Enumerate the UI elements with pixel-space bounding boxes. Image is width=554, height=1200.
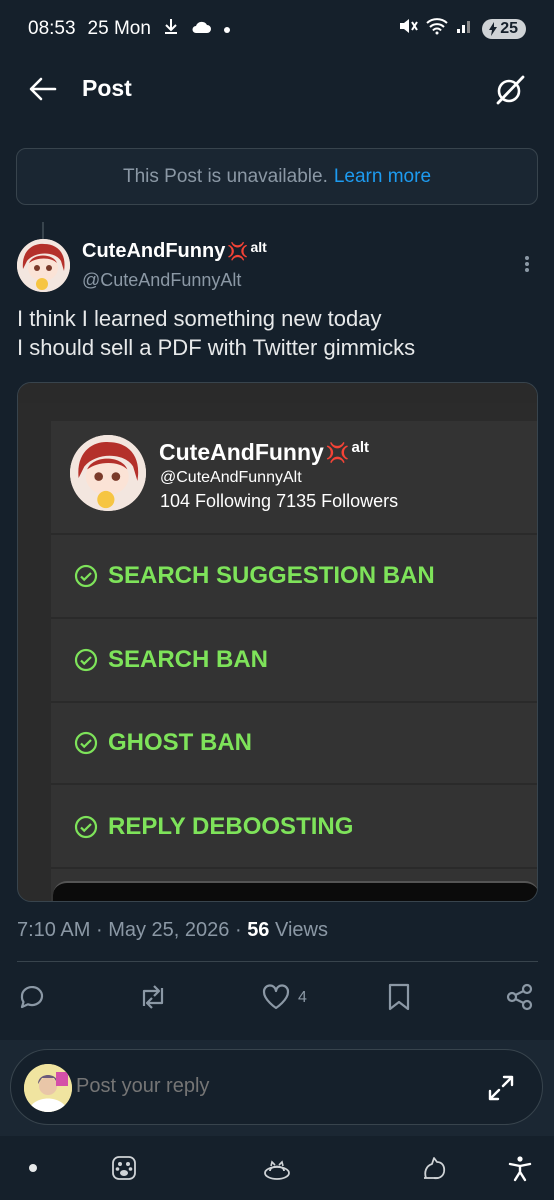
reply-avatar xyxy=(24,1064,72,1112)
bottom-nav-bar xyxy=(0,1136,554,1200)
image-divider xyxy=(51,783,537,785)
expand-composer-button[interactable] xyxy=(485,1072,517,1104)
signal-icon xyxy=(456,18,474,40)
ban-check-item: SEARCH SUGGESTION BAN xyxy=(74,562,435,590)
nav-dot-icon xyxy=(29,1164,37,1172)
image-divider xyxy=(51,617,537,619)
check-circle-icon xyxy=(74,815,98,839)
post-text-line: I should sell a PDF with Twitter gimmick… xyxy=(17,335,416,360)
wifi-icon xyxy=(426,17,448,41)
user-handle[interactable]: @CuteAndFunnyAlt xyxy=(82,270,241,291)
share-button[interactable] xyxy=(505,982,537,1014)
cat-icon xyxy=(424,1157,446,1180)
embedded-display-name: CuteAndFunny 💢 alt xyxy=(159,439,369,466)
expand-icon xyxy=(488,1075,514,1101)
post-date: May 25, 2026 xyxy=(108,919,230,941)
ban-check-item: REPLY DEBOOSTING xyxy=(74,813,353,841)
grok-button[interactable] xyxy=(494,74,526,106)
paw-icon xyxy=(112,1156,136,1180)
image-divider xyxy=(51,701,537,703)
ban-check-label: REPLY DEBOOSTING xyxy=(108,813,354,840)
more-options-icon[interactable] xyxy=(520,254,534,276)
accessibility-icon xyxy=(508,1156,532,1182)
embedded-avatar xyxy=(70,435,146,511)
post-metadata: 7:10 AM · May 25, 2026 · 56 Views xyxy=(17,919,328,942)
share-icon xyxy=(506,983,533,1011)
battery-level: 25 xyxy=(500,20,518,37)
arrow-left-icon xyxy=(29,77,57,101)
avatar[interactable] xyxy=(17,239,70,292)
views-count: 56 xyxy=(247,919,270,941)
embedded-name-suffix: alt xyxy=(351,439,369,456)
repost-icon xyxy=(142,985,164,1009)
check-circle-icon xyxy=(74,648,98,672)
bookmark-icon xyxy=(388,983,410,1011)
image-divider xyxy=(51,867,537,869)
image-bottom-bar xyxy=(53,881,537,901)
post-text: I think I learned something new today I … xyxy=(17,304,415,362)
divider xyxy=(17,961,538,962)
grok-icon xyxy=(496,75,525,105)
page-title: Post xyxy=(82,75,132,101)
name-suffix: alt xyxy=(250,238,267,255)
embedded-handle: @CuteAndFunnyAlt xyxy=(160,469,302,486)
cloud-icon xyxy=(191,18,211,40)
reply-composer[interactable] xyxy=(10,1049,543,1125)
nav-paw-button[interactable] xyxy=(110,1154,138,1182)
unavailable-text: This Post is unavailable. xyxy=(122,165,328,187)
ban-check-label: SEARCH SUGGESTION BAN xyxy=(108,562,435,589)
post-text-line: I think I learned something new today xyxy=(17,306,382,331)
status-bar: 08:53 25 Mon 25 xyxy=(0,0,554,58)
thread-line xyxy=(42,222,44,240)
top-bar: Post xyxy=(0,58,554,120)
nav-cat-bed-button[interactable] xyxy=(262,1154,290,1182)
image-divider xyxy=(51,533,537,535)
status-time: 08:53 xyxy=(28,18,76,39)
battery-icon: 25 xyxy=(482,19,526,39)
display-name[interactable]: CuteAndFunny 💢 alt xyxy=(82,238,267,263)
anger-emoji-icon: 💢 xyxy=(325,443,350,464)
views-label: Views xyxy=(275,919,328,941)
learn-more-link[interactable]: Learn more xyxy=(334,166,431,188)
repost-button[interactable] xyxy=(137,982,169,1014)
anger-emoji-icon: 💢 xyxy=(227,241,249,261)
meta-separator: · xyxy=(234,919,242,941)
like-button[interactable] xyxy=(261,982,293,1014)
ban-check-item: SEARCH BAN xyxy=(74,646,268,674)
nav-accessibility-button[interactable] xyxy=(506,1154,534,1182)
check-circle-icon xyxy=(74,564,98,588)
ban-check-label: SEARCH BAN xyxy=(108,646,269,673)
bookmark-button[interactable] xyxy=(385,982,417,1014)
dot-icon xyxy=(223,18,231,40)
image-top-strip xyxy=(18,383,537,403)
reply-input[interactable] xyxy=(76,1075,456,1098)
reply-button[interactable] xyxy=(17,982,49,1014)
display-name-text: CuteAndFunny xyxy=(82,240,226,262)
embedded-stats: 104 Following 7135 Followers xyxy=(160,491,399,511)
ban-check-item: GHOST BAN xyxy=(74,729,252,757)
reply-icon xyxy=(20,985,44,1009)
action-bar: 4 xyxy=(0,982,554,1018)
ban-check-label: GHOST BAN xyxy=(108,729,252,756)
mute-icon xyxy=(398,17,419,41)
cat-bed-icon xyxy=(264,1160,290,1180)
status-date: 25 Mon xyxy=(87,18,151,39)
likes-count: 4 xyxy=(298,989,307,1006)
check-circle-icon xyxy=(74,731,98,755)
download-icon xyxy=(163,17,179,41)
nav-cat-button[interactable] xyxy=(420,1154,448,1182)
post-image[interactable]: CuteAndFunny 💢 alt @CuteAndFunnyAlt 104 … xyxy=(17,382,538,902)
post-time: 7:10 AM xyxy=(17,919,91,941)
unavailable-notice: This Post is unavailable. Learn more xyxy=(16,148,538,205)
meta-separator: · xyxy=(95,919,103,941)
embedded-name-text: CuteAndFunny xyxy=(159,439,324,465)
heart-icon xyxy=(262,984,290,1010)
back-button[interactable] xyxy=(28,76,58,102)
